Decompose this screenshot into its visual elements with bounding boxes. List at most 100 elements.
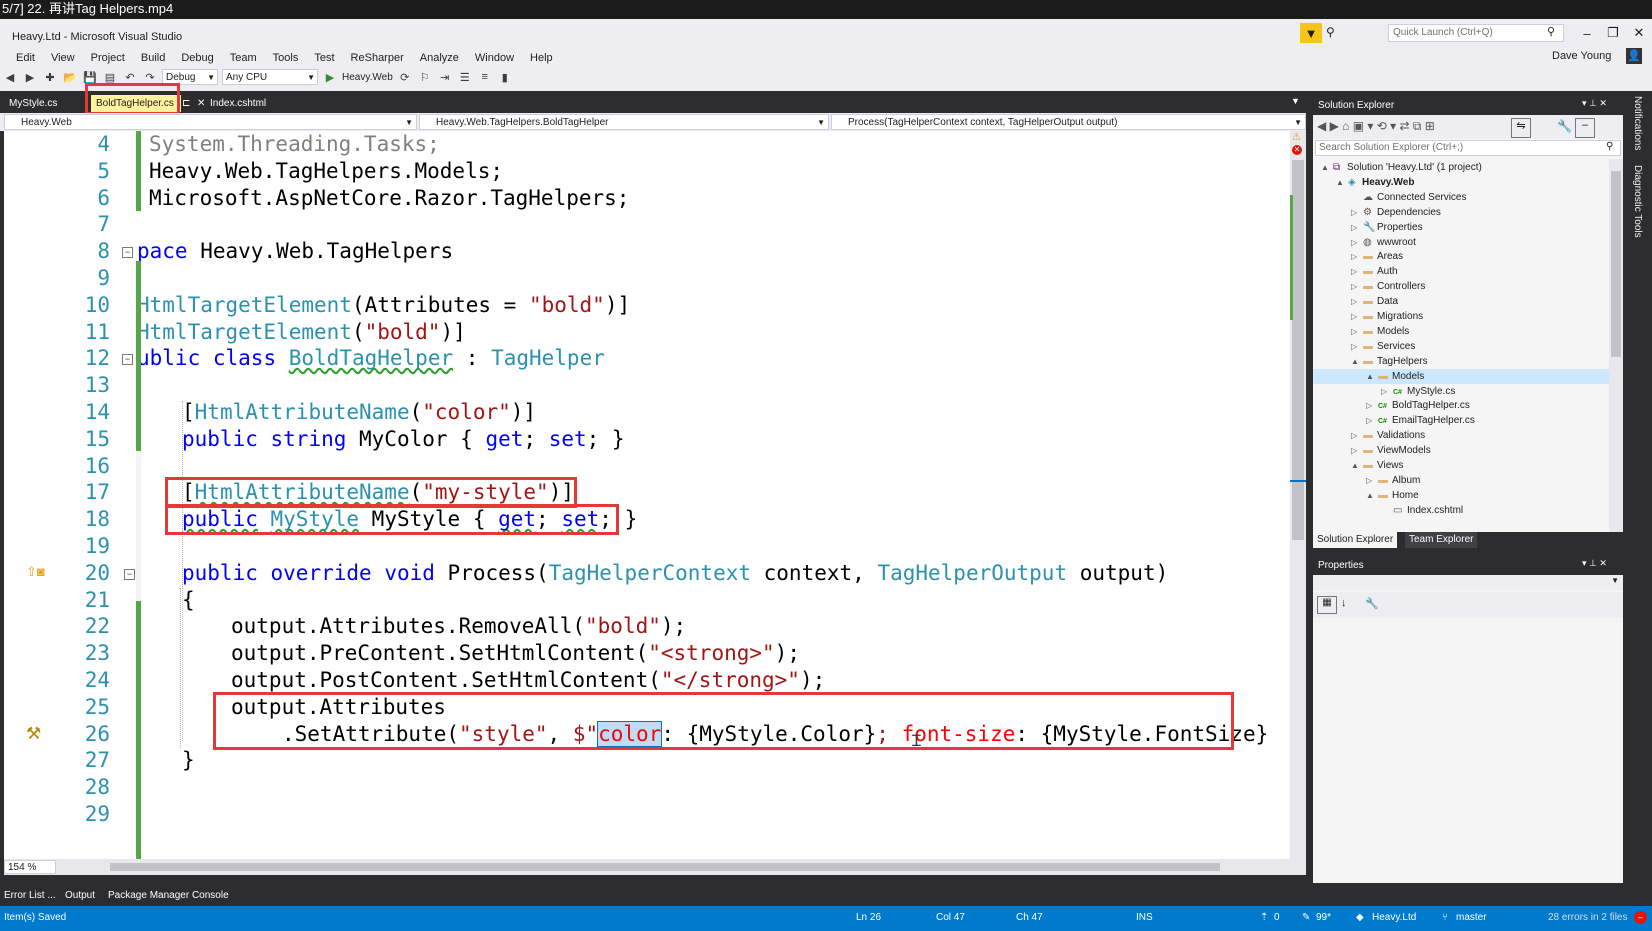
status-branch[interactable]: master bbox=[1456, 912, 1487, 924]
code-line[interactable]: 15 public string MyColor { get; set; } bbox=[4, 426, 1294, 453]
code-line[interactable]: 13 bbox=[4, 372, 1294, 399]
wrench-icon[interactable]: 🔧 bbox=[1365, 597, 1379, 610]
scrollbar-thumb[interactable] bbox=[1611, 171, 1621, 357]
expanded-arrow-icon[interactable]: ▲ bbox=[1366, 488, 1378, 503]
expanded-arrow-icon[interactable]: ▲ bbox=[1351, 354, 1363, 369]
tree-item[interactable]: ▷ ▬ Data bbox=[1351, 294, 1398, 309]
feedback-filter-icon[interactable]: ▼ bbox=[1300, 23, 1322, 43]
tab-output[interactable]: Output bbox=[65, 887, 95, 905]
warning-icon[interactable]: ⚠ bbox=[1292, 132, 1304, 144]
code-line[interactable]: 14 [HtmlAttributeName("color")] bbox=[4, 399, 1294, 426]
tree-scrollbar[interactable] bbox=[1609, 159, 1623, 537]
tree-item[interactable]: ▷ ▬ Validations bbox=[1351, 428, 1425, 443]
code-line[interactable]: 16 bbox=[4, 453, 1294, 480]
back-icon[interactable]: ◀ bbox=[2, 69, 18, 85]
tree-item[interactable]: ☁ Connected Services bbox=[1351, 190, 1467, 205]
start-debug-icon[interactable]: ▶ bbox=[322, 69, 338, 85]
tree-item[interactable]: ▷ ▬ Services bbox=[1351, 339, 1415, 354]
tree-item[interactable]: ▲ ▬ TagHelpers bbox=[1351, 354, 1428, 369]
expanded-arrow-icon[interactable]: ▲ bbox=[1351, 458, 1363, 473]
tree-item[interactable]: ▷ ◍ wwwroot bbox=[1351, 235, 1416, 250]
quick-launch-input[interactable]: Quick Launch (Ctrl+Q) bbox=[1388, 24, 1564, 42]
branch-icon[interactable]: ⑂ bbox=[1442, 912, 1448, 924]
code-line[interactable]: 11 HtmlTargetElement("bold")] bbox=[4, 319, 1294, 346]
code-line[interactable]: 4 System.Threading.Tasks; bbox=[4, 131, 1294, 158]
tree-item[interactable]: ▷ ▬ Auth bbox=[1351, 264, 1398, 279]
step-icon[interactable]: ⇥ bbox=[437, 69, 453, 85]
project-nav-combo[interactable]: Heavy.Web ▼ bbox=[4, 114, 417, 130]
tree-item[interactable]: ▷ ▬ Models bbox=[1351, 324, 1409, 339]
bookmark-icon[interactable]: ▮ bbox=[497, 69, 513, 85]
refresh-icon[interactable]: ⟳ bbox=[397, 69, 413, 85]
tree-item[interactable]: ▲ ◈ Heavy.Web bbox=[1336, 175, 1414, 190]
quick-action-hammer-icon[interactable]: ⚒ bbox=[26, 724, 41, 744]
menu-test[interactable]: Test bbox=[306, 50, 342, 66]
collapsed-arrow-icon[interactable]: ▷ bbox=[1351, 428, 1363, 443]
menu-edit[interactable]: Edit bbox=[0, 50, 43, 66]
user-name[interactable]: Dave Young bbox=[1552, 50, 1611, 62]
start-project-label[interactable]: Heavy.Web bbox=[342, 72, 393, 83]
code-line[interactable]: 28 bbox=[4, 774, 1294, 801]
collapsed-arrow-icon[interactable]: ▷ bbox=[1366, 398, 1378, 413]
tree-item[interactable]: ▭ Index.cshtml bbox=[1381, 503, 1463, 518]
undo-icon[interactable]: ↶ bbox=[122, 69, 138, 85]
code-line[interactable]: 27} bbox=[4, 747, 1294, 774]
redo-icon[interactable]: ↷ bbox=[142, 69, 158, 85]
pencil-icon[interactable]: ✎ bbox=[1302, 912, 1310, 924]
tree-item[interactable]: ▷ 🔧 Properties bbox=[1351, 220, 1423, 235]
alphabetical-icon[interactable]: ↓ bbox=[1341, 597, 1347, 609]
browser-link-icon[interactable]: ⚐ bbox=[417, 69, 433, 85]
collapsed-arrow-icon[interactable]: ▷ bbox=[1351, 249, 1363, 264]
tab-solution-explorer[interactable]: Solution Explorer bbox=[1313, 532, 1398, 548]
solution-config-combo[interactable]: Debug ▼ bbox=[162, 69, 218, 85]
sync-icon[interactable]: ⇋ bbox=[1511, 118, 1531, 138]
error-icon[interactable]: ✕ bbox=[1292, 145, 1302, 155]
status-errors[interactable]: 28 errors in 2 files bbox=[1548, 912, 1627, 924]
code-line[interactable]: 10 HtmlTargetElement(Attributes = "bold")… bbox=[4, 292, 1294, 319]
code-line[interactable]: 12 ublic class BoldTagHelper : TagHelper bbox=[4, 345, 1294, 372]
tree-item[interactable]: ▲ ▬ Views bbox=[1351, 458, 1404, 473]
menu-debug[interactable]: Debug bbox=[173, 50, 221, 66]
tree-item[interactable]: ▷ ▬ Controllers bbox=[1351, 279, 1425, 294]
tree-item[interactable]: ▷ ⚙ Dependencies bbox=[1351, 205, 1441, 220]
status-push-count[interactable]: 0 bbox=[1274, 912, 1280, 924]
collapsed-arrow-icon[interactable]: ▷ bbox=[1351, 264, 1363, 279]
expanded-arrow-icon[interactable]: ▲ bbox=[1366, 369, 1378, 384]
menu-resharper[interactable]: ReSharper bbox=[343, 50, 412, 66]
code-line[interactable]: 22 output.Attributes.RemoveAll("bold"); bbox=[4, 613, 1294, 640]
forward-icon[interactable]: ▶ bbox=[22, 69, 38, 85]
notifications-tab[interactable]: Notifications bbox=[1632, 96, 1643, 150]
tree-item[interactable]: ▲ ▬ Models bbox=[1366, 369, 1424, 384]
solution-search-input[interactable]: Search Solution Explorer (Ctrl+;) bbox=[1315, 140, 1621, 156]
preview-icon[interactable]: – bbox=[1575, 118, 1595, 138]
save-all-icon[interactable]: ▤ bbox=[102, 69, 118, 85]
horizontal-scroll-thumb[interactable] bbox=[110, 863, 1220, 871]
format-icon[interactable]: ☰ bbox=[457, 69, 473, 85]
collapsed-arrow-icon[interactable]: ▷ bbox=[1351, 279, 1363, 294]
collapsed-arrow-icon[interactable]: ▷ bbox=[1351, 339, 1363, 354]
expanded-arrow-icon[interactable]: ▲ bbox=[1321, 160, 1333, 175]
collapsed-arrow-icon[interactable]: ▷ bbox=[1381, 384, 1393, 399]
menu-analyze[interactable]: Analyze bbox=[412, 50, 467, 66]
tab-team-explorer[interactable]: Team Explorer bbox=[1405, 532, 1478, 548]
collapse-icon[interactable]: − bbox=[122, 247, 133, 259]
comment-icon[interactable]: ≡ bbox=[477, 69, 493, 85]
tree-item[interactable]: ▲ ⧉ Solution 'Heavy.Ltd' (1 project) bbox=[1321, 160, 1482, 175]
back-icon[interactable]: ◀ ▶ ⌂ ▣ ▾ ⟲ ▾ ⇄ ⧉ ⊞ bbox=[1317, 119, 1435, 134]
platform-combo[interactable]: Any CPU ▼ bbox=[222, 69, 318, 85]
properties-object-combo[interactable]: ▼ bbox=[1313, 575, 1623, 590]
code-line[interactable]: 20 public override void Process(TagHelper… bbox=[4, 560, 1294, 587]
feedback-icon[interactable]: ⚲ bbox=[1326, 25, 1335, 39]
tab-package-manager-console[interactable]: Package Manager Console bbox=[108, 887, 229, 905]
menu-window[interactable]: Window bbox=[467, 50, 522, 66]
tab-error-list[interactable]: Error List ... bbox=[4, 887, 56, 905]
minimize-button[interactable]: – bbox=[1574, 24, 1600, 42]
code-line[interactable]: 21 { bbox=[4, 587, 1294, 614]
collapsed-arrow-icon[interactable]: ▷ bbox=[1351, 220, 1363, 235]
new-project-icon[interactable]: ✚ bbox=[42, 69, 58, 85]
code-line[interactable]: 29 bbox=[4, 801, 1294, 828]
scrollbar-thumb[interactable] bbox=[1292, 160, 1304, 540]
collapse-icon[interactable]: − bbox=[124, 568, 135, 580]
tree-item[interactable]: ▷ C# EmailTagHelper.cs bbox=[1366, 413, 1475, 428]
collapsed-arrow-icon[interactable]: ▷ bbox=[1351, 324, 1363, 339]
